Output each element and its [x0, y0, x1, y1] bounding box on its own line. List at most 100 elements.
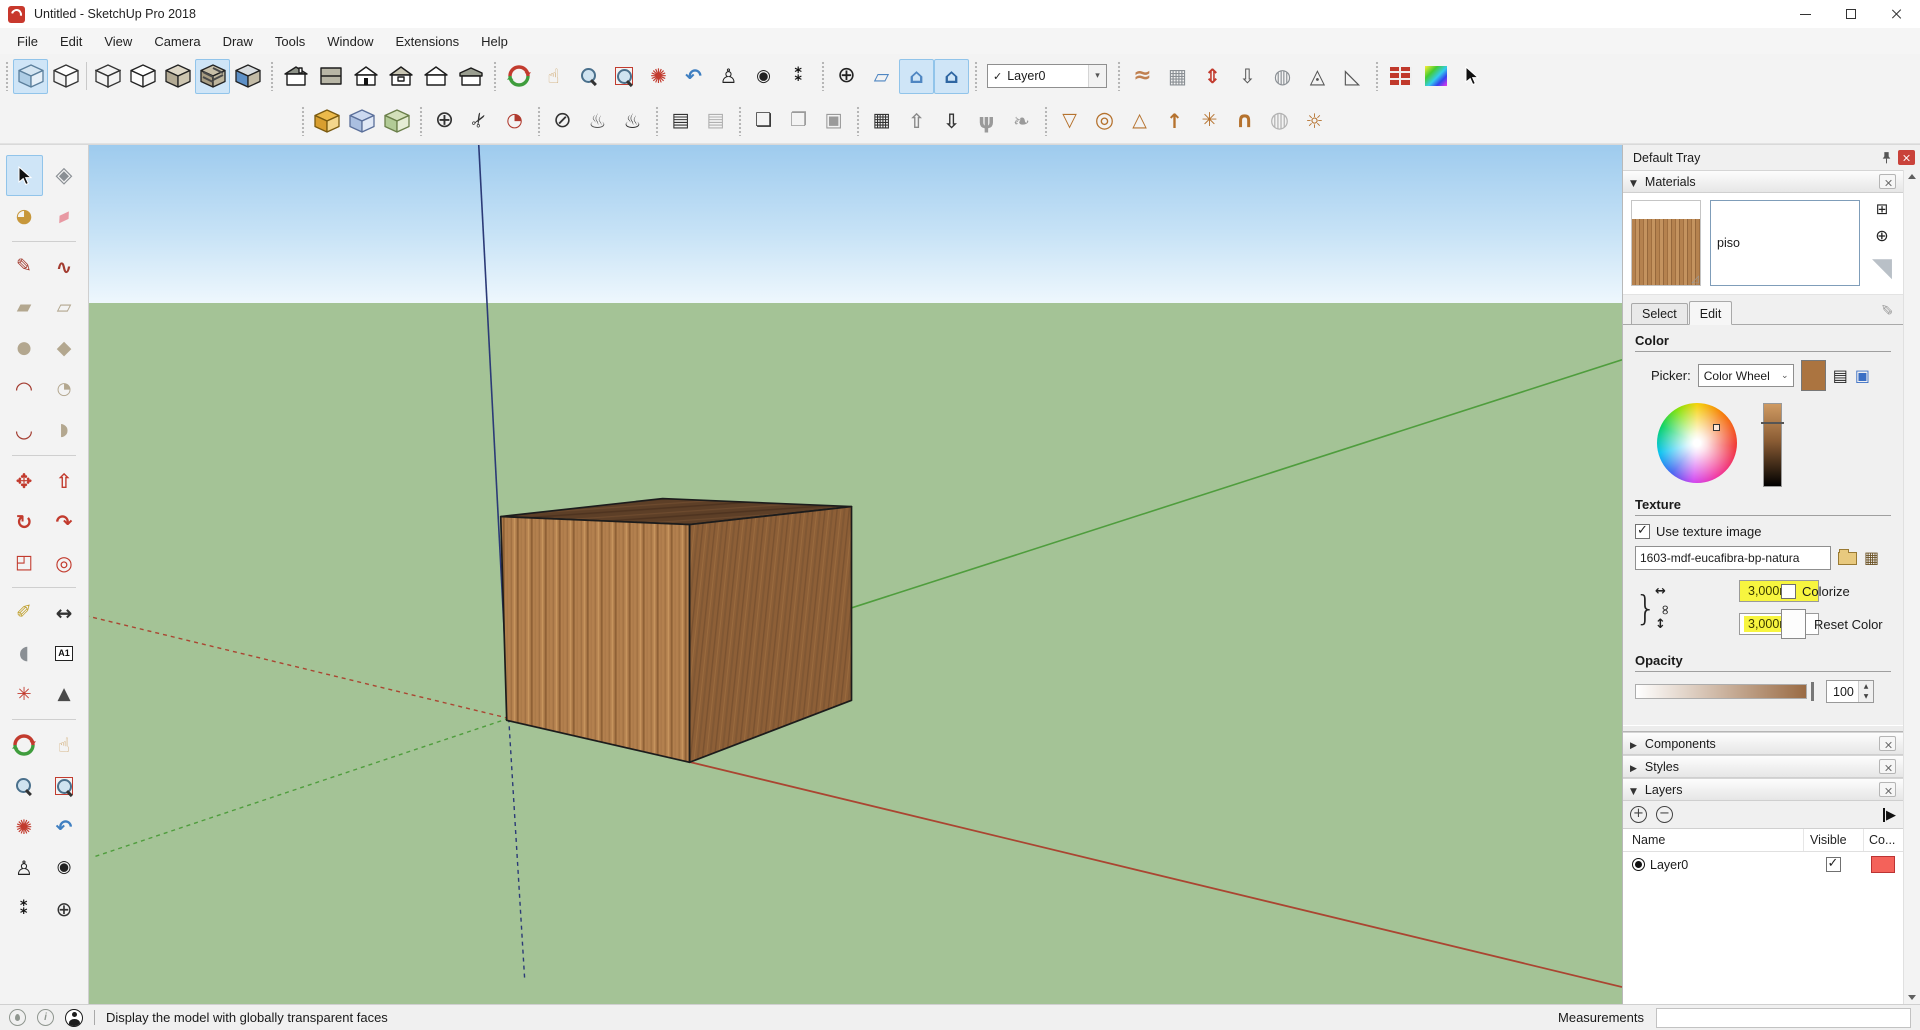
- left-view-button[interactable]: [453, 59, 488, 94]
- walk-button[interactable]: ⁑: [781, 59, 816, 94]
- gray-panel-button[interactable]: ▤: [698, 103, 733, 138]
- circle-tool-button[interactable]: ●: [6, 328, 43, 369]
- dome-button[interactable]: ∩: [1227, 103, 1262, 138]
- material-name-input[interactable]: piso: [1710, 200, 1860, 286]
- offset-tool-button[interactable]: ◎: [46, 542, 83, 583]
- eraser-tool-button[interactable]: ▰: [46, 196, 83, 237]
- opacity-slider-handle[interactable]: [1811, 682, 1814, 701]
- hidden-line-button[interactable]: [125, 59, 160, 94]
- monochrome-button[interactable]: [230, 59, 265, 94]
- menu-help[interactable]: Help: [470, 34, 519, 49]
- window-overlay-button[interactable]: ❐: [781, 103, 816, 138]
- create-material-icon[interactable]: ⊕: [1875, 228, 1888, 244]
- zoom-previous-tool-button[interactable]: ↶: [46, 806, 83, 847]
- layer-visible-checkbox[interactable]: [1826, 857, 1841, 872]
- minimize-button[interactable]: [1782, 0, 1828, 28]
- zoom-extents-tool-button[interactable]: ✺: [6, 806, 43, 847]
- color-wheel[interactable]: [1657, 403, 1737, 483]
- column-name[interactable]: Name: [1623, 829, 1803, 851]
- toolbar-grip[interactable]: [820, 61, 825, 91]
- cone-flag-button[interactable]: △: [1122, 103, 1157, 138]
- make-component-tool-button[interactable]: ◈: [46, 155, 83, 196]
- blue-cube-button[interactable]: [344, 103, 379, 138]
- text-tool-button[interactable]: A1: [46, 633, 83, 674]
- dark-panel-button[interactable]: ▤: [663, 103, 698, 138]
- toolbar-grip[interactable]: [654, 106, 659, 136]
- secondary-pane-icon[interactable]: ⊞: [1876, 202, 1889, 217]
- menu-file[interactable]: File: [6, 34, 49, 49]
- rectangle-tool-button[interactable]: ▰: [6, 287, 43, 328]
- reset-color-swatch[interactable]: [1781, 609, 1806, 639]
- rotate-tool-button[interactable]: ↻: [6, 501, 43, 542]
- zoom-previous-button[interactable]: ↶: [676, 59, 711, 94]
- active-layer-radio[interactable]: [1632, 858, 1645, 871]
- toolbar-grip[interactable]: [737, 106, 742, 136]
- layer-row[interactable]: Layer0: [1623, 852, 1903, 877]
- section-compass-button[interactable]: ⊕: [829, 59, 864, 94]
- box-import-button[interactable]: ⇩: [934, 103, 969, 138]
- pan-button[interactable]: ☝: [536, 59, 571, 94]
- position-camera-tool-button[interactable]: ♙: [6, 847, 43, 888]
- 3d-scene[interactable]: [89, 145, 1622, 1004]
- picker-combo[interactable]: Color Wheel: [1698, 364, 1794, 387]
- toolbar-grip[interactable]: [4, 61, 9, 91]
- material-replacer-button[interactable]: [1383, 59, 1418, 94]
- follow-me-tool-button[interactable]: ↷: [46, 501, 83, 542]
- toolbar-grip[interactable]: [855, 106, 860, 136]
- look-around-button[interactable]: ◉: [746, 59, 781, 94]
- user-account-icon[interactable]: [65, 1009, 83, 1027]
- use-texture-checkbox[interactable]: [1635, 524, 1650, 539]
- walk-tool-button[interactable]: ⁑: [6, 888, 43, 929]
- eyedropper-icon[interactable]: ✐: [1881, 303, 1896, 316]
- scale-tool-button[interactable]: ◰: [6, 542, 43, 583]
- arc-tool-button[interactable]: ◠: [6, 369, 43, 410]
- color-wheel-marker[interactable]: [1713, 424, 1720, 431]
- grass-button[interactable]: ψ: [969, 103, 1004, 138]
- info-icon[interactable]: i: [37, 1009, 54, 1026]
- toolbar-grip[interactable]: [1374, 61, 1379, 91]
- zoom-window-tool-button[interactable]: [46, 765, 83, 806]
- from-contours-button[interactable]: ≈: [1125, 59, 1160, 94]
- toolbar-grip[interactable]: [1043, 106, 1048, 136]
- leaf-button[interactable]: ❧: [1004, 103, 1039, 138]
- stamp-button[interactable]: ⇩: [1230, 59, 1265, 94]
- browse-texture-icon[interactable]: [1838, 552, 1857, 565]
- styles-close-button[interactable]: [1879, 759, 1896, 774]
- sun-rays-button[interactable]: ☼: [1297, 103, 1332, 138]
- column-color[interactable]: Co...: [1863, 829, 1903, 851]
- opacity-down-icon[interactable]: [1859, 692, 1873, 703]
- toolbar-grip[interactable]: [536, 106, 541, 136]
- select-tool-button[interactable]: [6, 155, 43, 196]
- look-around-tool-button[interactable]: ◉: [46, 847, 83, 888]
- opacity-spinner[interactable]: 100: [1826, 680, 1874, 703]
- protractor-red-button[interactable]: ◔: [497, 103, 532, 138]
- axes-circle-button[interactable]: ⊕: [427, 103, 462, 138]
- zoom-tool-button[interactable]: [6, 765, 43, 806]
- remove-layer-button[interactable]: [1656, 806, 1673, 823]
- axes-tool-button[interactable]: ✳: [6, 674, 43, 715]
- protractor-tool-button[interactable]: ◖: [6, 633, 43, 674]
- pan-tool-button[interactable]: ☝: [46, 724, 83, 765]
- tray-scrollbar[interactable]: [1903, 170, 1920, 1004]
- menu-draw[interactable]: Draw: [212, 34, 264, 49]
- sphere-button[interactable]: ◍: [1262, 103, 1297, 138]
- 3d-text-tool-button[interactable]: ▲: [46, 674, 83, 715]
- model-cube[interactable]: [501, 499, 852, 763]
- cursor-tool-button[interactable]: [1453, 59, 1488, 94]
- teapot-button[interactable]: ♨: [580, 103, 615, 138]
- donut-button[interactable]: ◎: [1087, 103, 1122, 138]
- circle-slash-button[interactable]: ⊘: [545, 103, 580, 138]
- tray-close-button[interactable]: [1898, 150, 1915, 165]
- zoom-extents-button[interactable]: ✺: [641, 59, 676, 94]
- wireframe-button[interactable]: [90, 59, 125, 94]
- toolbar-grip[interactable]: [1116, 61, 1121, 91]
- geolocation-icon[interactable]: [9, 1009, 26, 1026]
- components-section-header[interactable]: Components: [1623, 732, 1903, 755]
- two-point-arc-tool-button[interactable]: ◡: [6, 410, 43, 451]
- toolbar-grip[interactable]: [300, 106, 305, 136]
- tab-select[interactable]: Select: [1631, 303, 1688, 324]
- colorize-checkbox[interactable]: [1781, 584, 1796, 599]
- zoom-window-button[interactable]: [606, 59, 641, 94]
- right-view-button[interactable]: [383, 59, 418, 94]
- measurements-input[interactable]: [1656, 1008, 1911, 1028]
